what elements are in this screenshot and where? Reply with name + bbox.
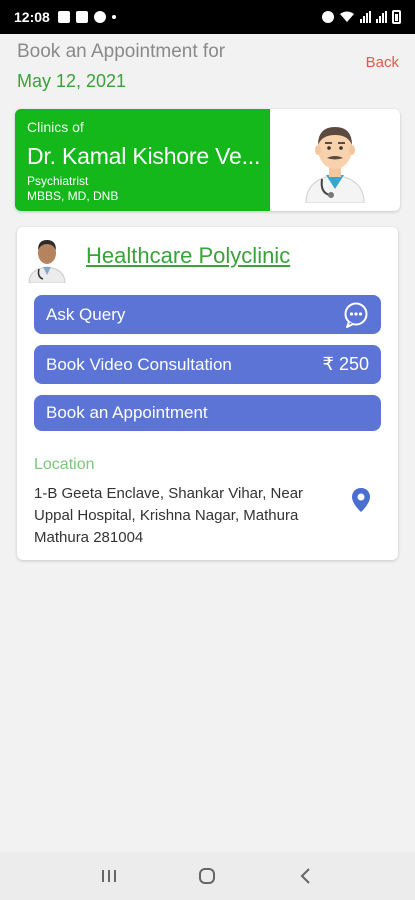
chat-bubble-icon	[344, 302, 368, 328]
chat-icon-wrap	[343, 302, 369, 328]
location-pin-icon[interactable]	[351, 487, 371, 513]
status-time: 12:08	[14, 9, 50, 25]
signal-icon-2	[376, 11, 387, 23]
page-title: Book an Appointment for	[17, 41, 226, 62]
wifi-icon	[340, 11, 354, 22]
doctor-specialty: Psychiatrist	[27, 174, 89, 188]
doctor-avatar-icon	[305, 127, 365, 203]
home-icon	[199, 868, 216, 884]
clinics-of-label: Clinics of	[27, 119, 84, 135]
alarm-icon	[322, 11, 334, 23]
clinic-address: 1-B Geeta Enclave, Shankar Vihar, Near U…	[34, 485, 304, 546]
book-appointment-button[interactable]: Book an Appointment	[34, 395, 381, 431]
home-button[interactable]	[187, 856, 227, 896]
video-consult-price: ₹ 250	[322, 354, 370, 374]
notification-icon	[57, 11, 70, 23]
clinic-name-link[interactable]: Healthcare Polyclinic	[86, 243, 290, 269]
recent-apps-button[interactable]	[89, 856, 129, 896]
battery-icon	[392, 10, 401, 24]
book-video-consultation-button[interactable]: Book Video Consultation ₹ 250	[34, 345, 381, 384]
location-label: Location	[34, 456, 95, 473]
doctor-info: Clinics of Dr. Kamal Kishore Ve... Psych…	[15, 109, 270, 211]
video-consult-label: Book Video Consultation	[46, 354, 232, 374]
signal-icon	[360, 11, 371, 23]
gallery-icon	[75, 11, 88, 23]
clinic-doctor-photo	[25, 233, 69, 283]
back-nav-button[interactable]	[286, 856, 326, 896]
back-chevron-icon	[300, 868, 310, 884]
more-notifications-icon	[111, 15, 116, 19]
status-left: 12:08	[14, 9, 116, 25]
recent-apps-icon	[102, 870, 117, 882]
status-bar: 12:08	[0, 0, 415, 34]
status-right	[322, 10, 401, 24]
doctor-banner: Clinics of Dr. Kamal Kishore Ve... Psych…	[15, 109, 400, 211]
system-nav-bar	[0, 852, 415, 900]
clinic-card: Healthcare Polyclinic Ask Query Book Vid…	[17, 227, 398, 560]
doctor-name: Dr. Kamal Kishore Ve...	[27, 143, 261, 169]
back-button[interactable]: Back	[366, 54, 399, 71]
doctor-degrees: MBBS, MD, DNB	[27, 189, 119, 203]
book-appointment-label: Book an Appointment	[46, 403, 208, 422]
ask-query-button[interactable]: Ask Query	[34, 295, 381, 334]
ask-query-label: Ask Query	[46, 304, 126, 324]
message-icon	[93, 11, 106, 23]
doctor-avatar-area	[270, 109, 400, 211]
appointment-date: May 12, 2021	[17, 71, 127, 91]
